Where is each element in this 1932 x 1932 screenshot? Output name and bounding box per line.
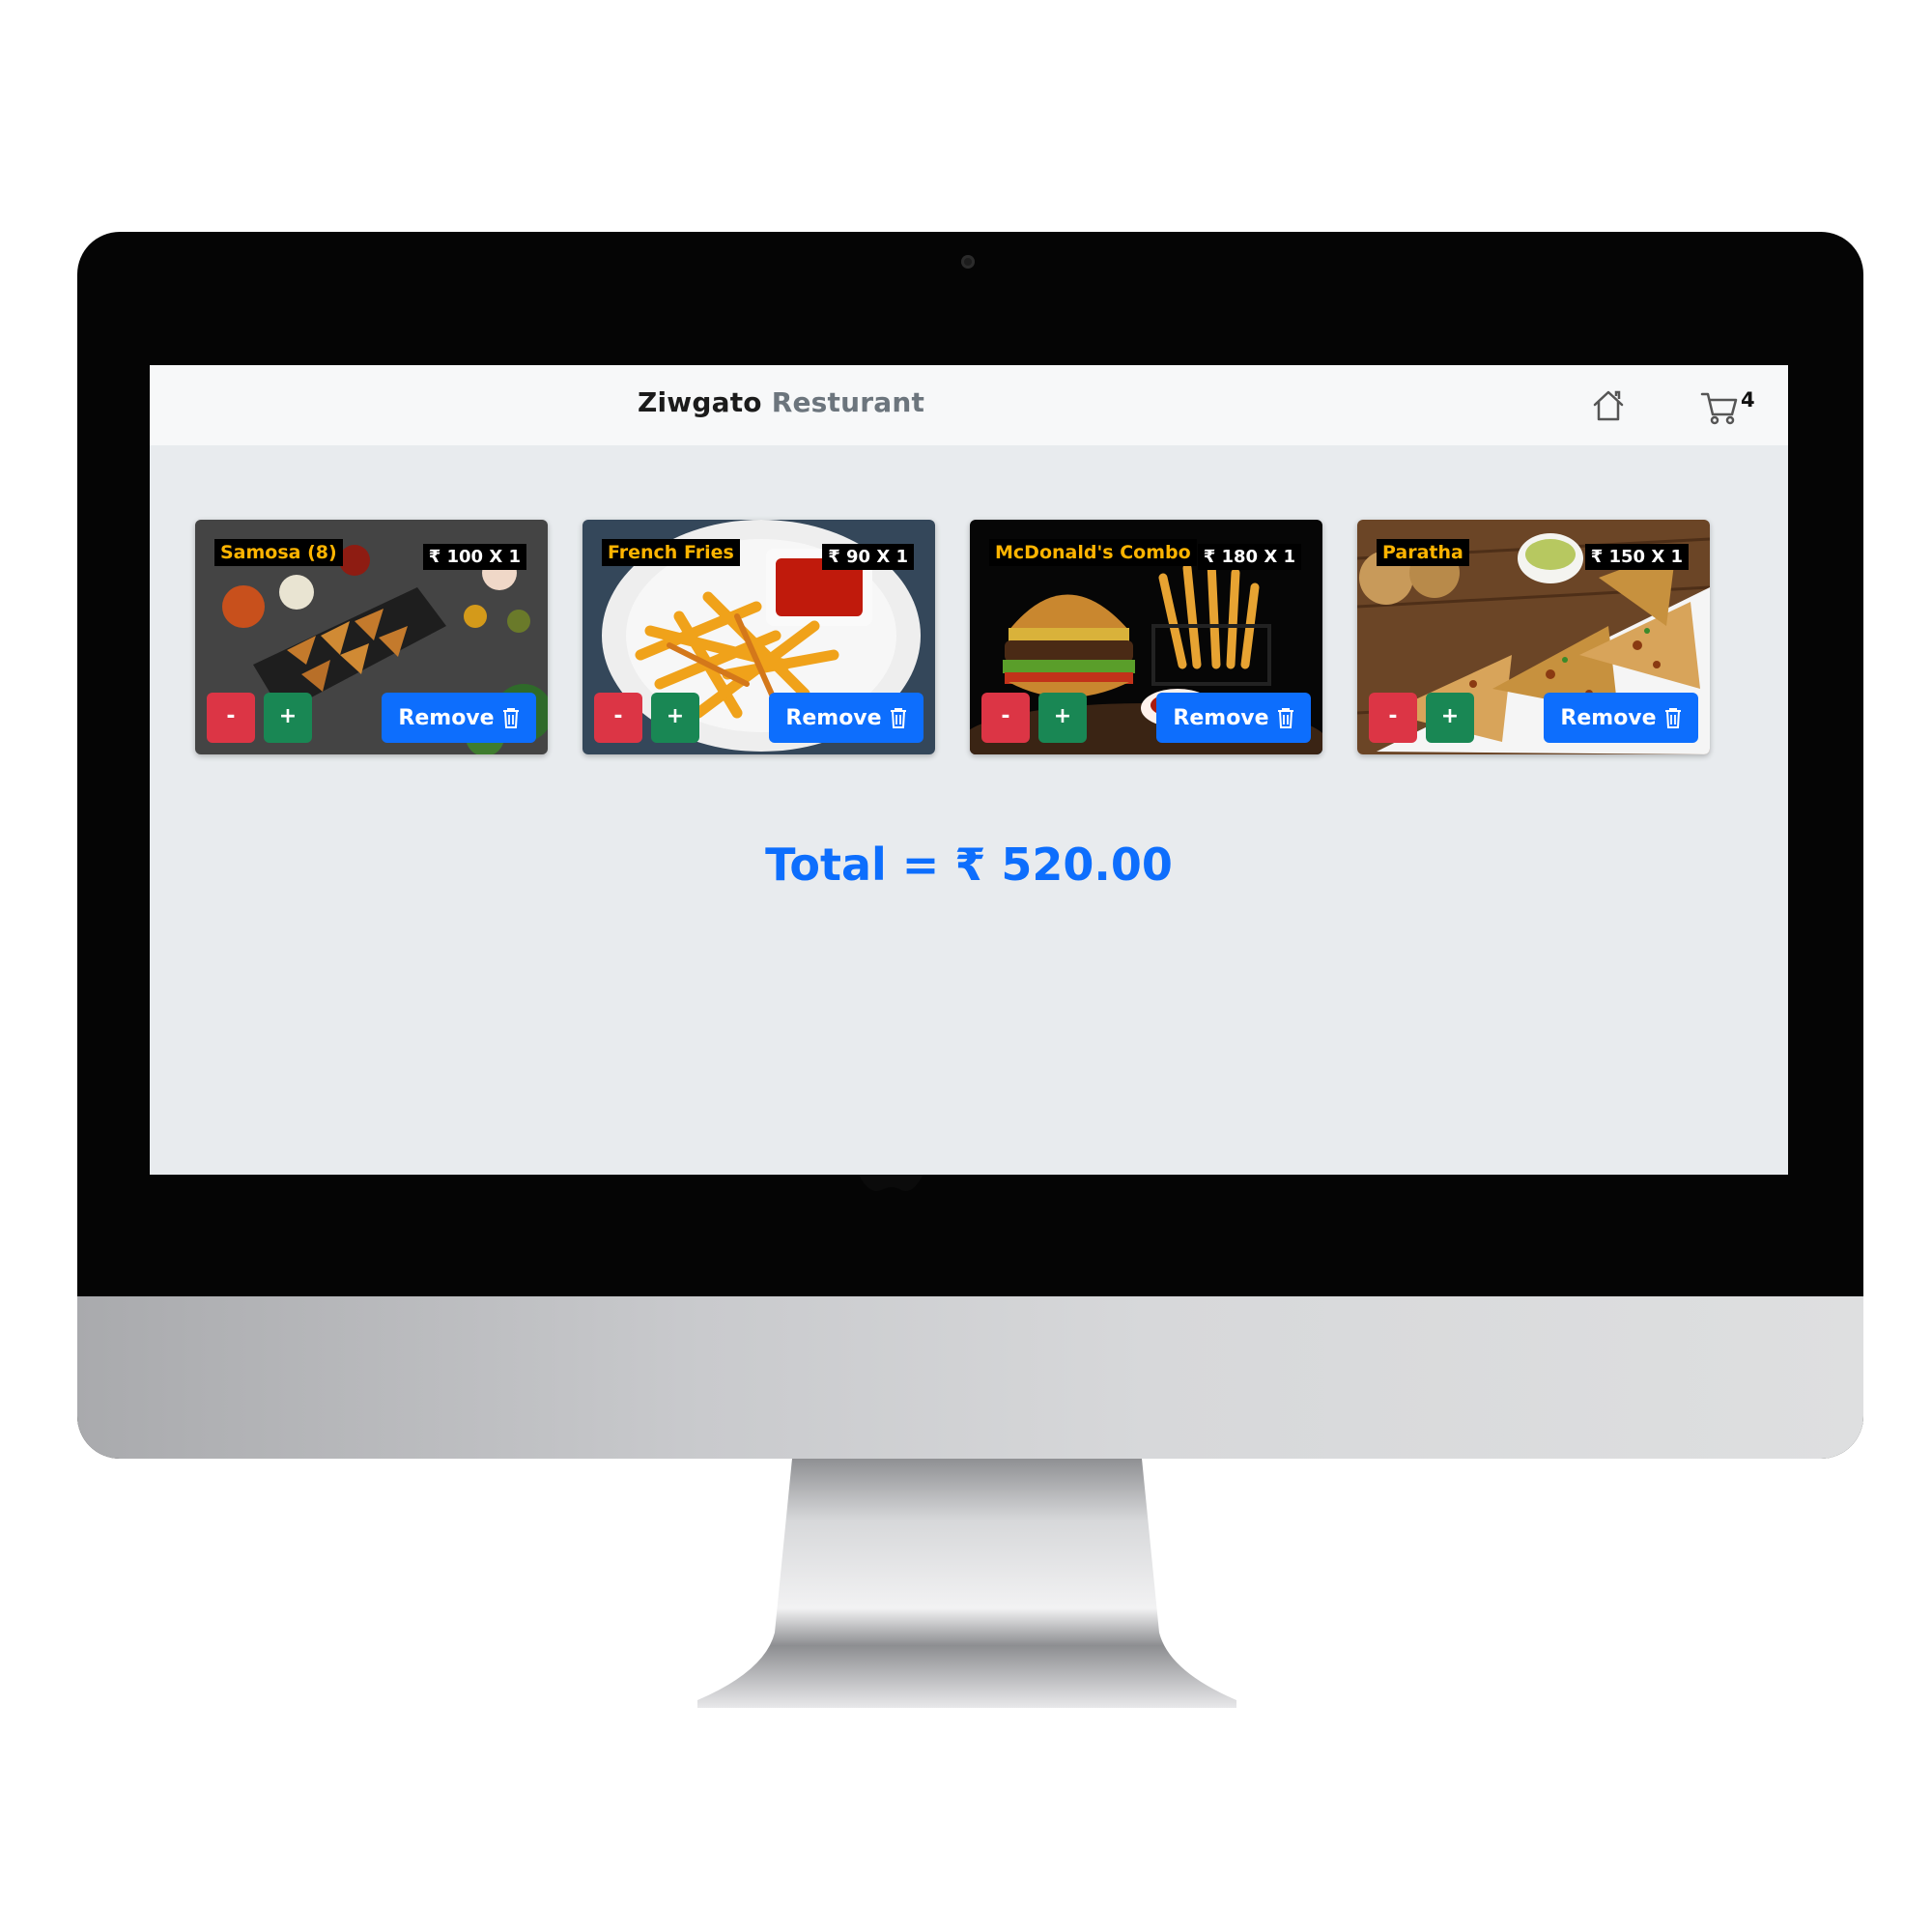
trash-icon: [1277, 708, 1293, 728]
cart-count-badge: 4: [1741, 388, 1755, 412]
item-name: Paratha: [1377, 539, 1469, 566]
remove-item-button[interactable]: Remove: [1156, 693, 1311, 743]
increase-quantity-button[interactable]: +: [1426, 693, 1474, 743]
home-button[interactable]: [1589, 386, 1628, 425]
item-price: ₹ 100 X 1: [422, 544, 526, 570]
remove-item-button[interactable]: Remove: [1544, 693, 1698, 743]
trash-icon: [890, 708, 906, 728]
brand-name: Ziwgato: [638, 386, 762, 418]
item-name: French Fries: [602, 539, 740, 566]
remove-label: Remove: [1173, 705, 1269, 730]
decrease-quantity-button[interactable]: -: [1369, 693, 1417, 743]
item-price: ₹ 150 X 1: [1584, 544, 1689, 570]
remove-label: Remove: [398, 705, 495, 730]
decrease-quantity-button[interactable]: -: [981, 693, 1030, 743]
item-name: Samosa (8): [214, 539, 343, 566]
increase-quantity-button[interactable]: +: [651, 693, 699, 743]
item-price: ₹ 90 X 1: [822, 544, 914, 570]
brand-subtitle: Resturant: [771, 386, 925, 418]
remove-item-button[interactable]: Remove: [769, 693, 923, 743]
cart-item-card: French Fries ₹ 90 X 1 - + Remove: [582, 520, 935, 754]
cart-total: Total = ₹ 520.00: [765, 838, 1173, 891]
home-icon: [1593, 390, 1624, 421]
cart-item-card: McDonald's Combo ₹ 180 X 1 - + Remove: [970, 520, 1322, 754]
remove-label: Remove: [785, 705, 882, 730]
item-name: McDonald's Combo: [989, 539, 1197, 566]
navbar: Ziwgato Resturant 4: [150, 365, 1788, 445]
monitor-chin: [77, 1296, 1863, 1459]
increase-quantity-button[interactable]: +: [264, 693, 312, 743]
decrease-quantity-button[interactable]: -: [207, 693, 255, 743]
camera-icon: [961, 255, 975, 269]
monitor-stand: [697, 1459, 1236, 1708]
remove-item-button[interactable]: Remove: [382, 693, 536, 743]
cart-item-card: Samosa (8) ₹ 100 X 1 - + Remove: [195, 520, 548, 754]
trash-icon: [1664, 708, 1681, 728]
app-screen: Ziwgato Resturant 4 Samosa (8) ₹ 100 X 1…: [150, 365, 1788, 1175]
decrease-quantity-button[interactable]: -: [594, 693, 642, 743]
cart-item-card: Paratha ₹ 150 X 1 - + Remove: [1357, 520, 1710, 754]
cart-button[interactable]: 4: [1700, 388, 1768, 427]
remove-label: Remove: [1560, 705, 1657, 730]
cart-icon: [1700, 392, 1738, 425]
brand-title[interactable]: Ziwgato Resturant: [638, 386, 924, 418]
item-price: ₹ 180 X 1: [1197, 544, 1301, 570]
increase-quantity-button[interactable]: +: [1038, 693, 1087, 743]
trash-icon: [502, 708, 519, 728]
